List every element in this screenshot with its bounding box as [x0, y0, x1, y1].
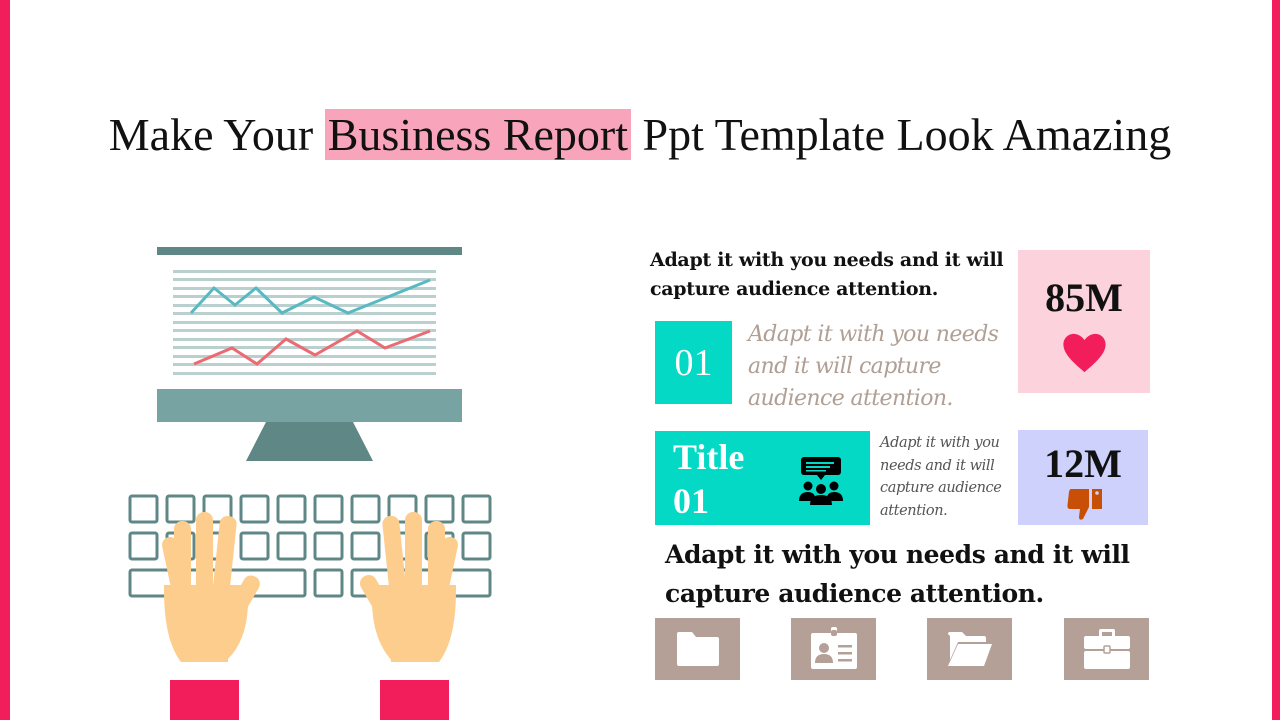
title-box-line2: 01 — [673, 481, 709, 521]
folder-open-icon — [947, 632, 992, 666]
heading-bottom: Adapt it with you needs and it will capt… — [665, 540, 1130, 608]
title-box-line1: Title — [673, 437, 745, 477]
dislikes-value: 12M — [1044, 441, 1122, 486]
folder-open-tile — [927, 618, 1012, 680]
screen-gridlines — [173, 270, 436, 375]
left-sleeve — [170, 680, 239, 720]
title-suffix: Ppt Template Look Amazing — [631, 109, 1172, 160]
likes-stat-card: 85M — [1018, 250, 1150, 393]
dislikes-stat-card: 12M — [1018, 430, 1148, 525]
title-box-description: Adapt it with you needs and it will capt… — [880, 435, 1002, 519]
monitor-stand — [246, 422, 373, 461]
heart-icon — [1063, 333, 1106, 373]
monitor-top-bar — [157, 247, 462, 255]
id-badge-icon — [810, 627, 857, 669]
slide-title: Make Your Business Report Ppt Template L… — [0, 108, 1280, 161]
title-prefix: Make Your — [108, 109, 325, 160]
folder-tile — [655, 618, 740, 680]
likes-value: 85M — [1045, 275, 1123, 320]
step-description: Adapt it with you needs and it will capt… — [748, 322, 999, 411]
title-box: Title 01 — [655, 431, 870, 525]
thumbs-down-icon — [1067, 489, 1102, 520]
computer-illustration — [128, 247, 492, 720]
title-box-label: Title 01 — [673, 435, 744, 523]
briefcase-icon — [1083, 629, 1130, 669]
title-highlight: Business Report — [324, 109, 632, 160]
audience-chat-icon — [799, 457, 843, 505]
right-sleeve — [380, 680, 449, 720]
folder-icon — [676, 632, 719, 666]
monitor — [157, 247, 462, 461]
monitor-bezel — [157, 389, 462, 422]
step-number-badge: 01 — [655, 321, 732, 404]
id-badge-tile — [791, 618, 876, 680]
briefcase-tile — [1064, 618, 1149, 680]
heading-top: Adapt it with you needs and it will capt… — [650, 249, 1004, 300]
